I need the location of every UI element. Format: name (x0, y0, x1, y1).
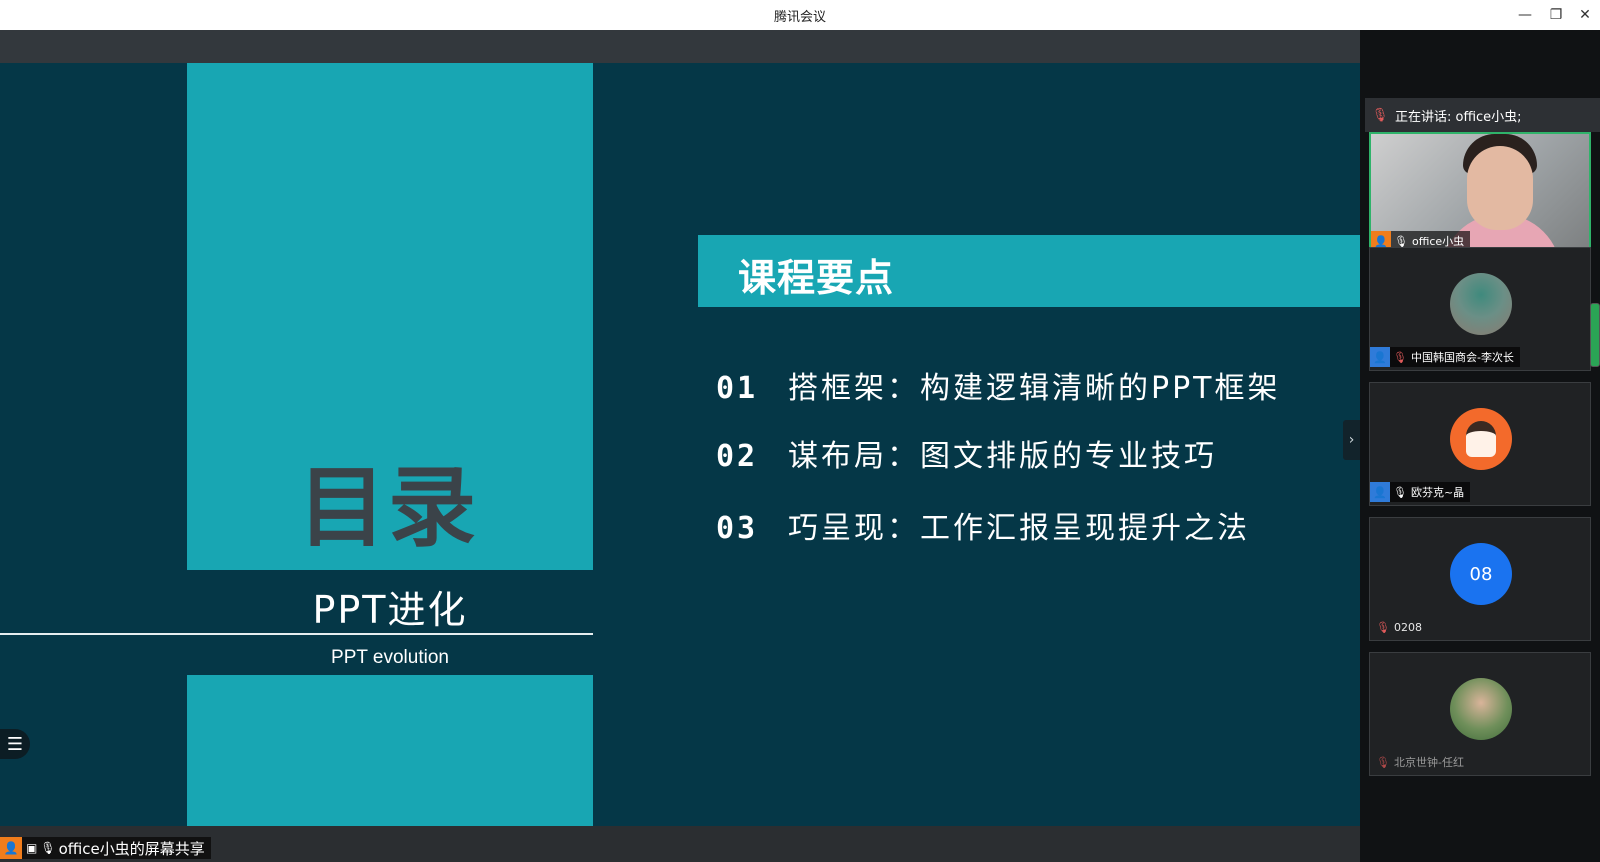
participant-name: 中国韩国商会-李次长 (1410, 351, 1514, 364)
participant-name-strip: 🎙 北京世钟-任红 (1370, 752, 1470, 772)
mic-muted-icon: 🎙 (1371, 107, 1389, 123)
slide-course-title: PPT进化 (312, 588, 468, 632)
agenda-item: 01 搭框架：构建逻辑清晰的PPT框架 (716, 363, 1281, 407)
user-icon: 👤 (1370, 482, 1390, 502)
mic-muted-icon: 🎙 (1393, 350, 1407, 364)
minimize-button[interactable]: — (1512, 4, 1538, 26)
participant-name-strip: 👤 🎙 欧芬克~晶 (1370, 482, 1471, 502)
avatar-figure-icon (1466, 421, 1496, 457)
agenda-item-number: 02 (716, 439, 759, 474)
participant-name: 0208 (1393, 620, 1422, 634)
list-menu-icon[interactable]: ☰ (0, 729, 30, 759)
participant-name: 欧芬克~晶 (1410, 486, 1465, 499)
shared-slide: 目录 PPT进化 PPT evolution 课程要点 01 搭框架：构建逻辑清晰… (0, 63, 1360, 826)
window-title: 腾讯会议 (773, 10, 826, 25)
agenda-item-number: 03 (716, 511, 759, 546)
participant-tile[interactable]: 👤 🎙 欧芬克~晶 (1369, 382, 1591, 506)
agenda-item-text: 搭框架：构建逻辑清晰的PPT框架 (788, 371, 1281, 406)
user-icon: 👤 (0, 837, 22, 859)
avatar (1450, 273, 1512, 335)
participant-name-strip: 👤 🎙 中国韩国商会-李次长 (1370, 347, 1520, 367)
mic-icon: 🎙 (40, 841, 56, 855)
screen-share-label: 👤 ▣ 🎙 office小虫的屏幕共享 (0, 837, 211, 859)
chevron-right-icon[interactable]: › (1343, 420, 1360, 460)
agenda-item: 02 谋布局：图文排版的专业技巧 (716, 431, 1217, 475)
participant-tile[interactable]: 👤 🎙 中国韩国商会-李次长 (1369, 247, 1591, 371)
slide-banner-title: 课程要点 (738, 256, 895, 300)
slide-course-subtitle: PPT evolution (331, 647, 449, 668)
restore-button[interactable]: ❐ (1543, 4, 1569, 26)
agenda-item-text: 谋布局：图文排版的专业技巧 (788, 439, 1217, 474)
participant-name: 北京世钟-任红 (1393, 756, 1464, 769)
agenda-item-text: 巧呈现：工作汇报呈现提升之法 (788, 511, 1250, 546)
mic-icon: 🎙 (1394, 234, 1408, 248)
video-person-face (1467, 146, 1533, 230)
agenda-item-number: 01 (716, 371, 759, 406)
participant-tile[interactable]: 🎙 北京世钟-任红 (1369, 652, 1591, 776)
title-bar: 腾讯会议 — ❐ ✕ (0, 0, 1600, 31)
share-top-strip (0, 30, 1360, 63)
sidebar-scrollbar[interactable] (1590, 303, 1600, 367)
slide-toc-heading: 目录 (298, 456, 479, 559)
screen-share-text: office小虫的屏幕共享 (58, 839, 205, 858)
user-icon: 👤 (1370, 347, 1390, 367)
avatar (1450, 678, 1512, 740)
mic-icon: 🎙 (1393, 485, 1407, 499)
speaking-text: 正在讲话: office小虫; (1395, 109, 1522, 125)
screen-share-icon: ▣ (26, 841, 38, 855)
app-window: 腾讯会议 — ❐ ✕ 目录 PPT进化 PPT evolution 课程要点 0… (0, 0, 1600, 862)
participant-name-strip: 🎙 0208 (1370, 617, 1428, 637)
slide-banner: 课程要点 (698, 235, 1360, 307)
slide-divider (0, 633, 593, 635)
close-button[interactable]: ✕ (1572, 4, 1598, 26)
mic-muted-icon: 🎙 (1376, 620, 1390, 634)
participant-tile[interactable]: 08 🎙 0208 (1369, 517, 1591, 641)
mic-muted-icon: 🎙 (1376, 755, 1390, 769)
avatar: 08 (1450, 543, 1512, 605)
avatar (1450, 408, 1512, 470)
slide-accent-block-bottom (187, 675, 593, 826)
speaking-indicator: 🎙 正在讲话: office小虫; (1365, 98, 1600, 132)
agenda-item: 03 巧呈现：工作汇报呈现提升之法 (716, 503, 1250, 547)
participant-tile[interactable]: 👤 🎙 office小虫 (1369, 132, 1591, 256)
